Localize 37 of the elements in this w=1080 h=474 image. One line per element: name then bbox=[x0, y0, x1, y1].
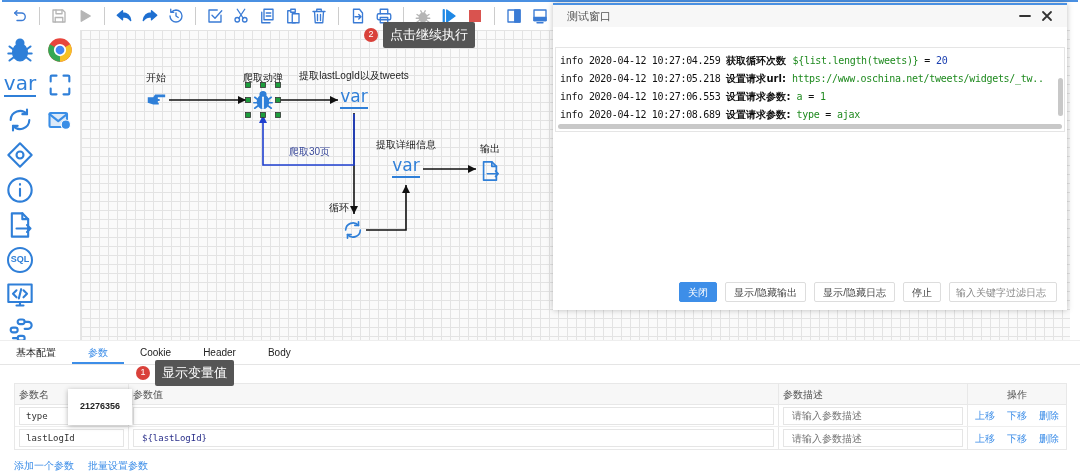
log-message: 设置请求参数: bbox=[726, 107, 791, 122]
log-token: https://www.oschina.net/tweets/widgets/_tw.. bbox=[791, 71, 1044, 86]
log-token: = bbox=[825, 107, 832, 122]
log-message: 设置请求参数: bbox=[726, 89, 791, 104]
edge-label: 爬取30页 bbox=[289, 145, 331, 159]
node-label: 开始 bbox=[146, 71, 166, 85]
tooltip: 点击继续执行 bbox=[383, 22, 475, 48]
log-token: ajax bbox=[837, 107, 860, 122]
log-token: ${list.length(tweets)} bbox=[792, 53, 919, 68]
column-header: 参数描述 bbox=[783, 387, 823, 402]
log-level: info bbox=[560, 89, 583, 104]
log-time: 2020-04-12 10:27:04.259 bbox=[588, 53, 721, 68]
log-message: 获取循环次数 bbox=[726, 53, 787, 68]
column-header: 操作 bbox=[1007, 387, 1027, 402]
node-label: 爬取动弹 bbox=[243, 71, 283, 85]
node-label: 循环 bbox=[329, 201, 349, 215]
log-message: 设置请求url: bbox=[726, 71, 786, 86]
log-token: = bbox=[924, 53, 931, 68]
window-title: 测试窗口 bbox=[567, 8, 611, 24]
log-token: type bbox=[796, 107, 820, 122]
log-time: 2020-04-12 10:27:05.218 bbox=[588, 71, 721, 86]
popover-value: 21276356 bbox=[79, 400, 120, 414]
log-level: info bbox=[560, 53, 583, 68]
log-level: info bbox=[560, 107, 583, 122]
log-token: a bbox=[796, 89, 803, 104]
log-token: 20 bbox=[936, 53, 948, 68]
log-level: info bbox=[560, 71, 583, 86]
tooltip: 显示变量值 bbox=[155, 360, 234, 386]
log-time: 2020-04-12 10:27:06.553 bbox=[588, 89, 721, 104]
log-token: = bbox=[808, 89, 814, 104]
node-label: 提取lastLogId以及tweets bbox=[299, 69, 409, 83]
column-header: 参数值 bbox=[133, 387, 163, 402]
log-token: 1 bbox=[819, 89, 826, 104]
node-label: 输出 bbox=[480, 142, 500, 156]
node-label: 提取详细信息 bbox=[376, 138, 436, 152]
column-header: 参数名 bbox=[19, 387, 49, 402]
log-time: 2020-04-12 10:27:08.689 bbox=[588, 107, 721, 122]
